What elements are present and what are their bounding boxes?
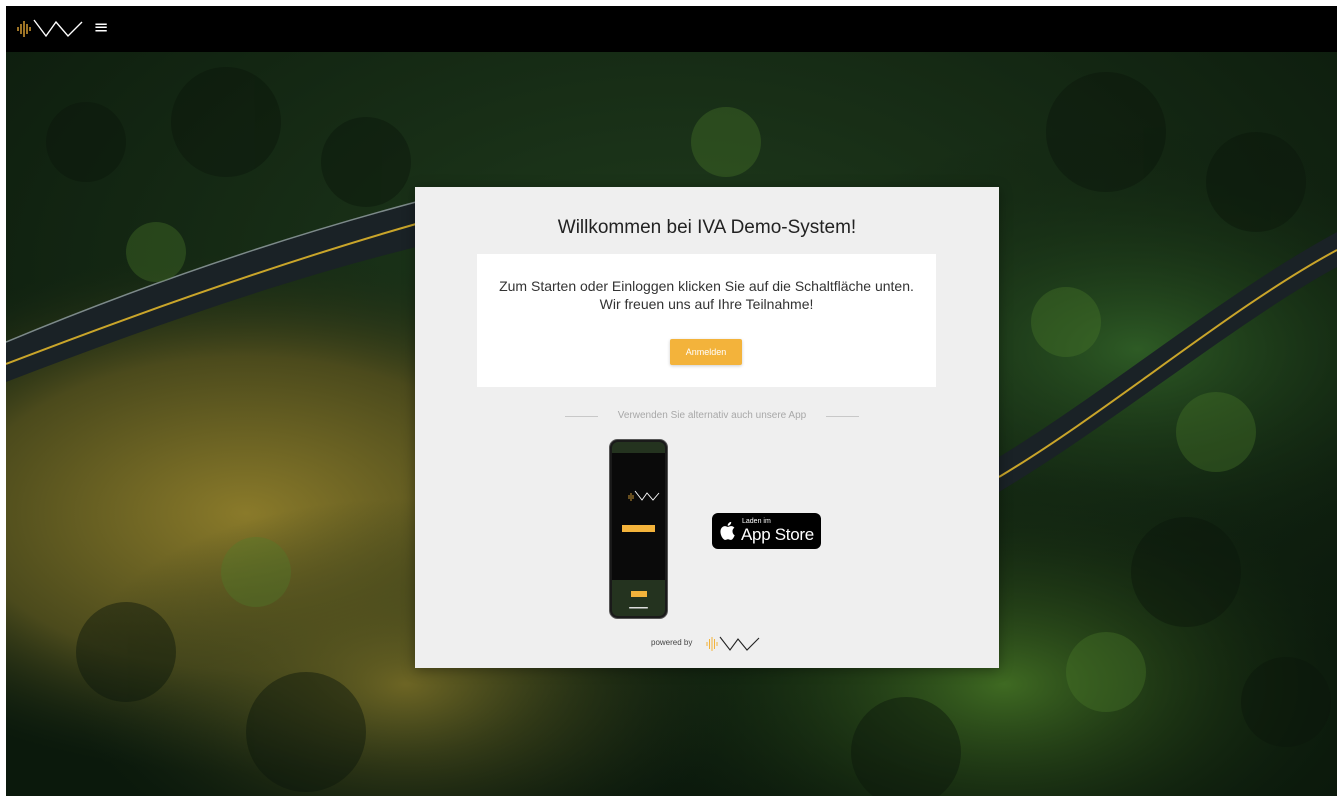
app-store-badge[interactable]: Laden im App Store — [712, 513, 821, 549]
phone-mockup-image — [609, 439, 668, 619]
powered-by-text: powered by — [651, 638, 693, 647]
apple-icon — [720, 521, 735, 540]
divider-line-left — [565, 416, 598, 417]
info-text-line-1: Zum Starten oder Einloggen klicken Sie a… — [499, 278, 914, 294]
welcome-card: Willkommen bei IVA Demo-System! Zum Star… — [415, 187, 999, 668]
app-store-caption: Laden im — [742, 518, 771, 525]
login-button[interactable]: Anmelden — [670, 339, 742, 365]
info-box: Zum Starten oder Einloggen klicken Sie a… — [477, 254, 936, 387]
app-frame: ≡ Willkommen bei IVA Demo-System! Zum St… — [6, 6, 1337, 796]
page-title: Willkommen bei IVA Demo-System! — [557, 217, 857, 238]
hamburger-menu-icon[interactable]: ≡ — [92, 19, 110, 37]
app-divider: Verwenden Sie alternativ auch unsere App — [415, 410, 999, 424]
iva-logo[interactable] — [16, 16, 86, 40]
powered-by-footer: powered by — [415, 634, 999, 654]
divider-text: Verwenden Sie alternativ auch unsere App — [617, 410, 807, 421]
top-navbar: ≡ — [6, 6, 1337, 52]
divider-line-right — [826, 416, 859, 417]
app-store-label: App Store — [741, 525, 814, 544]
info-text-line-2: Wir freuen uns auf Ihre Teilnahme! — [599, 296, 814, 312]
iva-logo-small — [706, 636, 760, 651]
